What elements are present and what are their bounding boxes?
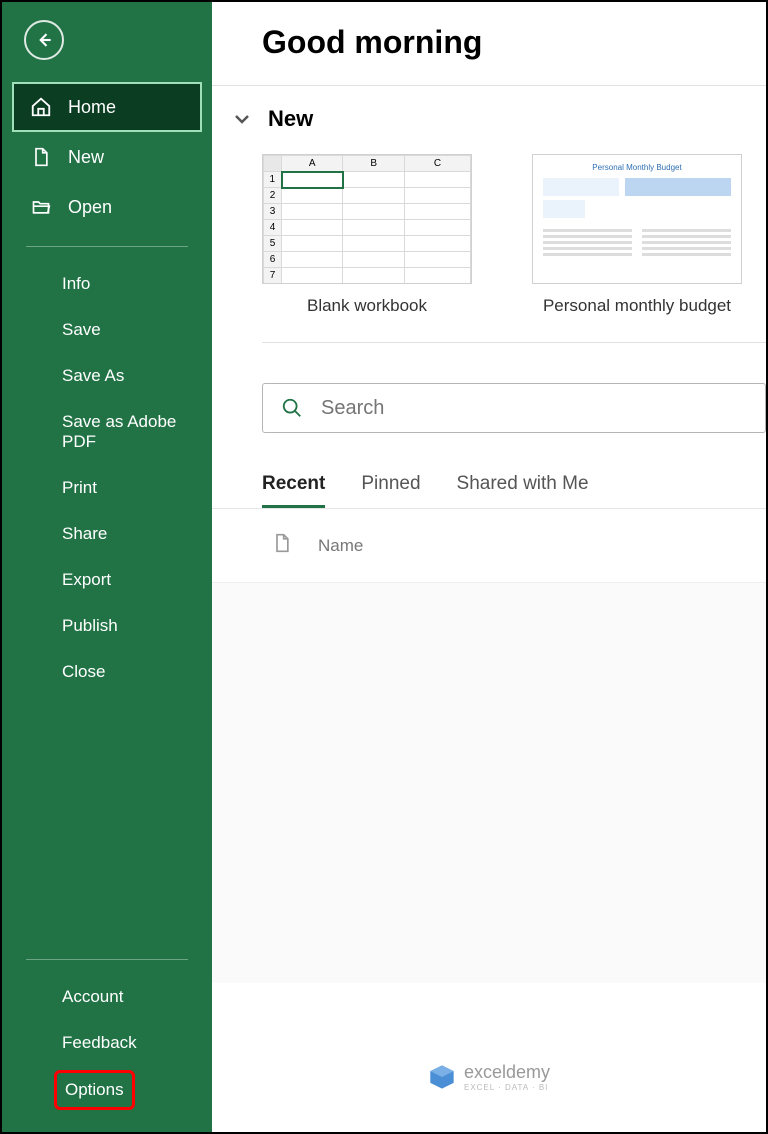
section-title: New: [268, 106, 313, 132]
back-button[interactable]: [24, 20, 64, 60]
nav-home[interactable]: Home: [12, 82, 202, 132]
watermark-brand: exceldemy: [464, 1062, 550, 1082]
col-name[interactable]: Name: [318, 536, 363, 556]
watermark: exceldemy EXCEL · DATA · BI: [428, 1062, 550, 1092]
nav-label: Open: [68, 197, 112, 218]
nav-primary: Home New Open: [2, 82, 212, 232]
nav-label: Home: [68, 97, 116, 118]
nav-open[interactable]: Open: [12, 182, 202, 232]
templates-row: A B C 1 2 3 4 5 6 7 Blank workbook: [212, 154, 766, 316]
options-highlight: Options: [54, 1070, 135, 1110]
tab-shared-with-me[interactable]: Shared with Me: [457, 473, 589, 508]
nav-save[interactable]: Save: [2, 307, 212, 353]
budget-thumbnail: Personal Monthly Budget: [532, 154, 742, 284]
section-divider: [262, 342, 766, 343]
nav-feedback[interactable]: Feedback: [2, 1020, 212, 1066]
nav-share[interactable]: Share: [2, 511, 212, 557]
nav-publish[interactable]: Publish: [2, 603, 212, 649]
nav-bottom: Account Feedback Options: [2, 974, 212, 1132]
document-icon: [272, 531, 318, 560]
template-personal-monthly-budget[interactable]: Personal Monthly Budget Personal monthly…: [532, 154, 742, 316]
home-icon: [30, 96, 52, 118]
nav-label: New: [68, 147, 104, 168]
nav-account[interactable]: Account: [2, 974, 212, 1020]
search-wrap: [212, 383, 766, 473]
watermark-tagline: EXCEL · DATA · BI: [464, 1083, 550, 1092]
file-tabs: Recent Pinned Shared with Me: [212, 473, 766, 509]
nav-options[interactable]: Options: [65, 1080, 124, 1099]
list-header: Name: [212, 509, 766, 583]
new-file-icon: [30, 146, 52, 168]
nav-print[interactable]: Print: [2, 465, 212, 511]
nav-divider: [26, 959, 188, 960]
nav-info[interactable]: Info: [2, 261, 212, 307]
nav-new[interactable]: New: [12, 132, 202, 182]
template-label: Personal monthly budget: [532, 296, 742, 316]
main-panel: Good morning New A B C 1 2: [212, 2, 766, 1132]
blank-workbook-thumbnail: A B C 1 2 3 4 5 6 7: [262, 154, 472, 284]
backstage-view: Home New Open Info Save Save As Save as …: [2, 2, 766, 1132]
tab-pinned[interactable]: Pinned: [361, 473, 420, 508]
search-box[interactable]: [262, 383, 766, 433]
exceldemy-logo-icon: [428, 1063, 456, 1091]
recent-files-list: [212, 583, 766, 983]
sidebar: Home New Open Info Save Save As Save as …: [2, 2, 212, 1132]
nav-divider: [26, 246, 188, 247]
tab-recent[interactable]: Recent: [262, 473, 325, 508]
nav-export[interactable]: Export: [2, 557, 212, 603]
search-icon: [281, 397, 303, 419]
new-section-header[interactable]: New: [212, 106, 766, 132]
back-arrow-icon: [34, 30, 54, 50]
template-label: Blank workbook: [262, 296, 472, 316]
open-folder-icon: [30, 196, 52, 218]
nav-save-as[interactable]: Save As: [2, 353, 212, 399]
nav-secondary: Info Save Save As Save as Adobe PDF Prin…: [2, 261, 212, 945]
nav-close[interactable]: Close: [2, 649, 212, 695]
search-input[interactable]: [321, 397, 747, 420]
greeting-title: Good morning: [212, 24, 766, 86]
chevron-down-icon: [230, 107, 254, 131]
nav-save-adobe-pdf[interactable]: Save as Adobe PDF: [2, 399, 212, 465]
template-blank-workbook[interactable]: A B C 1 2 3 4 5 6 7 Blank workbook: [262, 154, 472, 316]
